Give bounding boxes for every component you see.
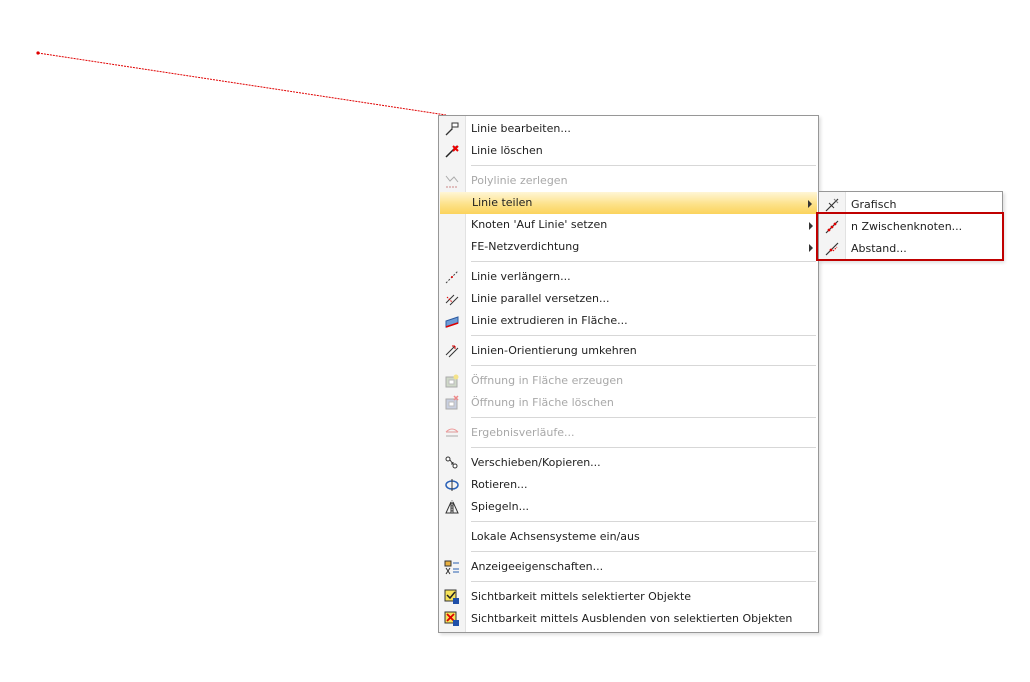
menu-separator xyxy=(439,332,818,340)
menu-item-label: Ergebnisverläufe... xyxy=(471,426,575,439)
menu-separator xyxy=(439,548,818,556)
move-copy-icon xyxy=(444,455,460,471)
menu-item-sichtbarkeit-mittels-ausblenden-von-selektierten-objekten[interactable]: Sichtbarkeit mittels Ausblenden von sele… xyxy=(439,608,818,630)
menu-item-lokale-achsensysteme-ein-aus[interactable]: Lokale Achsensysteme ein/aus xyxy=(439,526,818,548)
offset-line-icon xyxy=(444,291,460,307)
edit-line-icon xyxy=(444,121,460,137)
mirror-icon xyxy=(444,499,460,515)
menu-item-anzeigeeigenschaften[interactable]: Anzeigeeigenschaften... xyxy=(439,556,818,578)
menu-item-linie-teilen[interactable]: Linie teilen xyxy=(440,192,817,214)
menu-item-label: Sichtbarkeit mittels selektierter Objekt… xyxy=(471,590,692,603)
menu-separator xyxy=(439,162,818,170)
menu-item-verschieben-kopieren[interactable]: Verschieben/Kopieren... xyxy=(439,452,818,474)
delete-opening-icon xyxy=(444,395,460,411)
menu-item-label: Linien-Orientierung umkehren xyxy=(471,344,637,357)
polyline-icon xyxy=(444,173,460,189)
menu-item-label: Linie parallel versetzen... xyxy=(471,292,610,305)
menu-item-knoten-auf-linie-setzen[interactable]: Knoten 'Auf Linie' setzen xyxy=(439,214,818,236)
annotation-highlight-frame xyxy=(816,212,1004,261)
menu-item-label: Linie extrudieren in Fläche... xyxy=(471,314,628,327)
menu-item-linien-orientierung-umkehren[interactable]: Linien-Orientierung umkehren xyxy=(439,340,818,362)
menu-item-label: FE-Netzverdichtung xyxy=(471,240,580,253)
menu-item-label: Linie verlängern... xyxy=(471,270,571,283)
menu-item-label: Öffnung in Fläche erzeugen xyxy=(471,374,624,387)
menu-item-label: Rotieren... xyxy=(471,478,528,491)
divide-graphic-icon xyxy=(824,197,840,213)
delete-line-icon xyxy=(444,143,460,159)
submenu-arrow-icon xyxy=(809,222,813,230)
line-context-menu: Linie bearbeiten... Linie löschen Polylini… xyxy=(438,115,819,633)
menu-item-label: Spiegeln... xyxy=(471,500,530,513)
menu-item-ergebnisverläufe: Ergebnisverläufe... xyxy=(439,422,818,444)
menu-item-label: Polylinie zerlegen xyxy=(471,174,568,187)
menu-item-fe-netzverdichtung[interactable]: FE-Netzverdichtung xyxy=(439,236,818,258)
menu-item-label: Öffnung in Fläche löschen xyxy=(471,396,614,409)
menu-item-label: Sichtbarkeit mittels Ausblenden von sele… xyxy=(471,612,793,625)
display-properties-icon xyxy=(444,559,460,575)
menu-item-öffnung-in-fläche-löschen: Öffnung in Fläche löschen xyxy=(439,392,818,414)
menu-separator xyxy=(439,444,818,452)
menu-item-rotieren[interactable]: Rotieren... xyxy=(439,474,818,496)
rotate-icon xyxy=(444,477,460,493)
menu-separator xyxy=(439,258,818,266)
menu-item-polylinie-zerlegen: Polylinie zerlegen xyxy=(439,170,818,192)
menu-separator xyxy=(439,578,818,586)
menu-separator xyxy=(439,362,818,370)
visibility-hide-icon xyxy=(444,611,460,627)
create-opening-icon xyxy=(444,373,460,389)
submenu-item-label: Grafisch xyxy=(851,198,897,211)
visibility-selected-icon xyxy=(444,589,460,605)
extrude-icon xyxy=(444,313,460,329)
submenu-arrow-icon xyxy=(809,244,813,252)
menu-item-label: Linie löschen xyxy=(471,144,543,157)
extend-line-icon xyxy=(444,269,460,285)
menu-item-öffnung-in-fläche-erzeugen: Öffnung in Fläche erzeugen xyxy=(439,370,818,392)
menu-item-spiegeln[interactable]: Spiegeln... xyxy=(439,496,818,518)
menu-item-label: Linie bearbeiten... xyxy=(471,122,571,135)
menu-item-linie-parallel-versetzen[interactable]: Linie parallel versetzen... xyxy=(439,288,818,310)
menu-item-linie-extrudieren-in-fläche[interactable]: Linie extrudieren in Fläche... xyxy=(439,310,818,332)
menu-separator xyxy=(439,518,818,526)
reverse-orientation-icon xyxy=(444,343,460,359)
menu-item-linie-verlängern[interactable]: Linie verlängern... xyxy=(439,266,818,288)
menu-item-label: Verschieben/Kopieren... xyxy=(471,456,601,469)
menu-item-label: Anzeigeeigenschaften... xyxy=(471,560,604,573)
menu-item-linie-bearbeiten[interactable]: Linie bearbeiten... xyxy=(439,118,818,140)
menu-item-label: Lokale Achsensysteme ein/aus xyxy=(471,530,640,543)
menu-item-linie-löschen[interactable]: Linie löschen xyxy=(439,140,818,162)
menu-item-label: Linie teilen xyxy=(472,196,533,209)
submenu-arrow-icon xyxy=(808,200,812,208)
result-diagram-icon xyxy=(444,425,460,441)
menu-separator xyxy=(439,414,818,422)
menu-item-sichtbarkeit-mittels-selektierter-objekte[interactable]: Sichtbarkeit mittels selektierter Objekt… xyxy=(439,586,818,608)
menu-item-label: Knoten 'Auf Linie' setzen xyxy=(471,218,608,231)
